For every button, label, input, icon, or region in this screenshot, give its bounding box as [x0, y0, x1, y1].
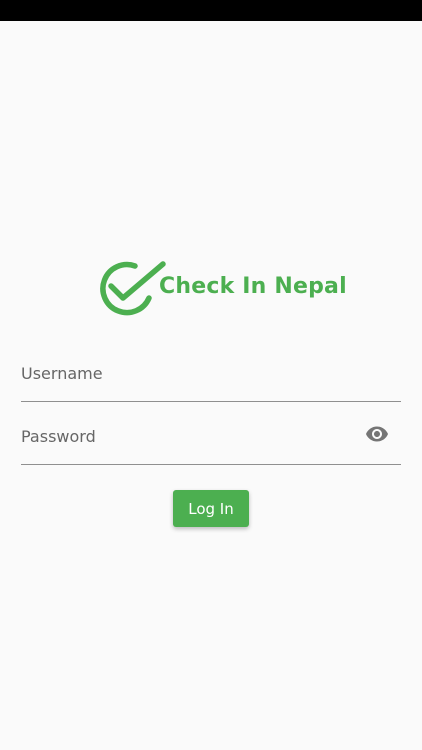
status-bar — [0, 0, 422, 21]
login-button[interactable]: Log In — [173, 490, 249, 527]
username-field[interactable] — [21, 353, 401, 402]
app-logo: Check In Nepal — [95, 258, 347, 318]
password-field[interactable] — [21, 416, 401, 465]
check-circle-icon — [100, 261, 166, 316]
username-input[interactable] — [21, 353, 351, 393]
password-input[interactable] — [21, 416, 351, 456]
eye-icon[interactable] — [365, 422, 389, 446]
app-name: Check In Nepal — [159, 274, 347, 299]
